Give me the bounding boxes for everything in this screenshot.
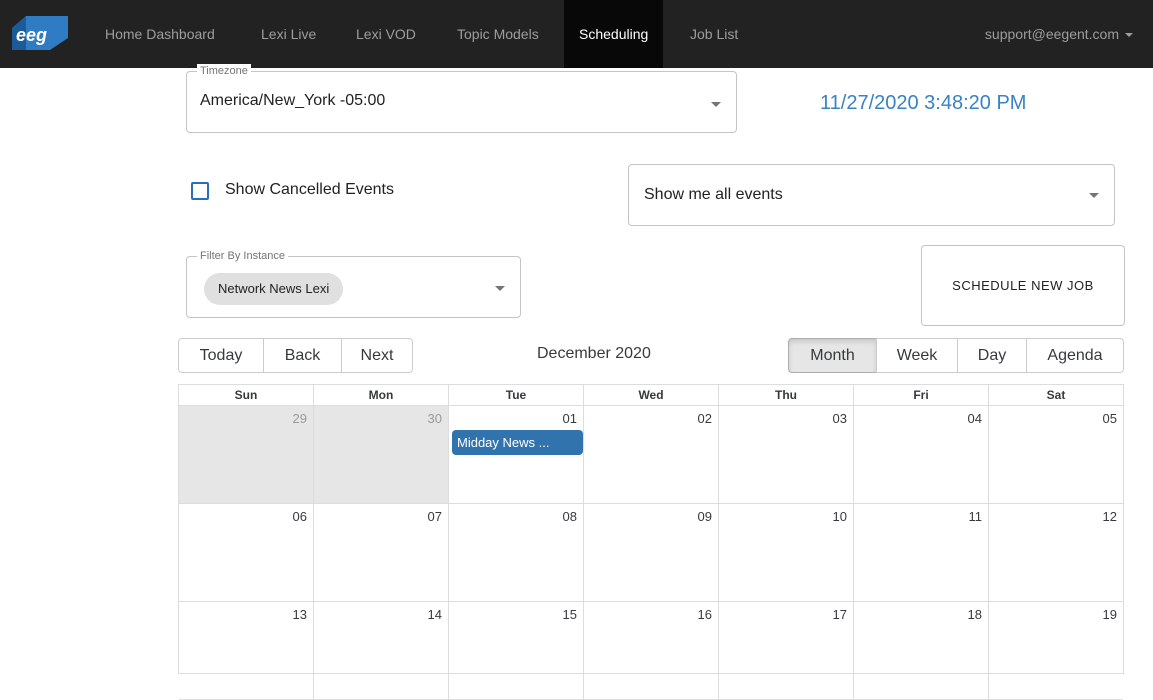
- calendar-day-cell[interactable]: 11: [853, 504, 988, 601]
- nav-lexi-vod[interactable]: Lexi VOD: [356, 0, 416, 68]
- weekday-label: Sun: [234, 388, 258, 402]
- date-number[interactable]: 07: [428, 509, 442, 524]
- agenda-view-button[interactable]: Agenda: [1026, 338, 1124, 373]
- calendar-day-cell[interactable]: 04: [853, 406, 988, 503]
- calendar-week-row: 06 07 08 09 10 11 12: [179, 504, 1123, 602]
- nav-job-list[interactable]: Job List: [690, 0, 738, 68]
- calendar-month-label: December 2020: [537, 345, 651, 362]
- date-number[interactable]: 02: [698, 411, 712, 426]
- back-button[interactable]: Back: [263, 338, 342, 373]
- nav-scheduling[interactable]: Scheduling: [564, 0, 664, 68]
- date-number[interactable]: 01: [563, 411, 577, 426]
- calendar-day-cell[interactable]: 16: [583, 602, 718, 699]
- dropdown-arrow-icon: [711, 102, 721, 107]
- instance-chip[interactable]: Network News Lexi: [204, 273, 344, 305]
- date-number[interactable]: 30: [428, 411, 442, 426]
- date-number[interactable]: 19: [1103, 607, 1117, 622]
- calendar-day-cell[interactable]: 06: [179, 504, 313, 601]
- user-email: support@eegent.com: [984, 26, 1119, 42]
- date-number[interactable]: 08: [563, 509, 577, 524]
- calendar-day-cell[interactable]: 03: [718, 406, 853, 503]
- event-filter-select[interactable]: Show me all events: [628, 164, 1115, 226]
- timezone-select[interactable]: Timezone America/New_York -05:00: [186, 64, 737, 133]
- schedule-new-job-button[interactable]: SCHEDULE NEW JOB: [921, 245, 1125, 326]
- event-filter-value: Show me all events: [644, 186, 783, 203]
- show-cancelled-label[interactable]: Show Cancelled Events: [225, 181, 394, 199]
- date-number[interactable]: 16: [698, 607, 712, 622]
- dropdown-arrow-icon: [1089, 193, 1099, 198]
- date-number[interactable]: 05: [1103, 411, 1117, 426]
- nav-home-dashboard[interactable]: Home Dashboard: [105, 0, 215, 68]
- calendar-day-cell[interactable]: 14: [313, 602, 448, 699]
- calendar-day-cell[interactable]: 19: [988, 602, 1123, 699]
- month-calendar: Sun Mon Tue Wed Thu Fri Sat 29 30 01 02 …: [178, 384, 1124, 700]
- caret-down-icon: [1125, 33, 1133, 38]
- calendar-day-cell[interactable]: 12: [988, 504, 1123, 601]
- calendar-day-cell[interactable]: 13: [179, 602, 313, 699]
- calendar-day-cell[interactable]: 08: [448, 504, 583, 601]
- nav-topic-models[interactable]: Topic Models: [457, 0, 539, 68]
- calendar-day-cell[interactable]: 29: [179, 406, 313, 503]
- calendar-day-cell[interactable]: 30: [313, 406, 448, 503]
- date-number[interactable]: 15: [563, 607, 577, 622]
- date-number[interactable]: 04: [968, 411, 982, 426]
- show-cancelled-checkbox[interactable]: [191, 182, 209, 200]
- date-number[interactable]: 13: [293, 607, 307, 622]
- current-datetime: 11/27/2020 3:48:20 PM: [820, 92, 1027, 114]
- calendar-week-row: 13 14 15 16 17 18 19: [179, 602, 1123, 700]
- instance-filter-select[interactable]: Filter By Instance Network News Lexi: [186, 249, 521, 318]
- calendar-day-cell[interactable]: 05: [988, 406, 1123, 503]
- calendar-day-cell[interactable]: 18: [853, 602, 988, 699]
- instance-filter-legend: Filter By Instance: [197, 249, 288, 263]
- weekday-label: Mon: [313, 385, 448, 405]
- next-button[interactable]: Next: [341, 338, 413, 373]
- date-number[interactable]: 12: [1103, 509, 1117, 524]
- date-number[interactable]: 09: [698, 509, 712, 524]
- nav-button-group: Today Back Next: [178, 338, 413, 373]
- user-menu[interactable]: support@eegent.com: [985, 0, 1133, 68]
- dropdown-arrow-icon: [495, 286, 505, 291]
- view-button-group: Month Week Day Agenda: [788, 338, 1124, 373]
- date-number[interactable]: 10: [833, 509, 847, 524]
- calendar-day-cell[interactable]: 09: [583, 504, 718, 601]
- calendar-day-cell[interactable]: 02: [583, 406, 718, 503]
- timezone-legend: Timezone: [197, 64, 251, 78]
- week-view-button[interactable]: Week: [876, 338, 958, 373]
- calendar-day-cell[interactable]: 15: [448, 602, 583, 699]
- today-button[interactable]: Today: [178, 338, 264, 373]
- weekday-label: Wed: [583, 385, 718, 405]
- top-navbar: eeg Home Dashboard Lexi Live Lexi VOD To…: [0, 0, 1153, 68]
- weekday-label: Sat: [988, 385, 1123, 405]
- date-number[interactable]: 11: [969, 509, 983, 524]
- calendar-week-row: 29 30 01 02 03 04 05 Midday News ...: [179, 406, 1123, 504]
- month-view-button[interactable]: Month: [788, 338, 877, 373]
- timezone-value: America/New_York -05:00: [200, 92, 386, 109]
- nav-lexi-live[interactable]: Lexi Live: [261, 0, 316, 68]
- calendar-day-cell[interactable]: 07: [313, 504, 448, 601]
- calendar-day-cell[interactable]: 10: [718, 504, 853, 601]
- calendar-day-cell[interactable]: 17: [718, 602, 853, 699]
- date-number[interactable]: 17: [833, 607, 847, 622]
- eeg-logo[interactable]: eeg: [8, 14, 70, 52]
- date-number[interactable]: 29: [293, 411, 307, 426]
- weekday-label: Fri: [853, 385, 988, 405]
- day-view-button[interactable]: Day: [957, 338, 1027, 373]
- date-number[interactable]: 14: [428, 607, 442, 622]
- weekday-label: Thu: [718, 385, 853, 405]
- weekday-label: Tue: [448, 385, 583, 405]
- logo-text: eeg: [16, 25, 47, 45]
- date-number[interactable]: 03: [833, 411, 847, 426]
- calendar-event[interactable]: Midday News ...: [452, 430, 583, 455]
- weekday-header: Sun Mon Tue Wed Thu Fri Sat: [179, 385, 1123, 406]
- date-number[interactable]: 18: [968, 607, 982, 622]
- date-number[interactable]: 06: [293, 509, 307, 524]
